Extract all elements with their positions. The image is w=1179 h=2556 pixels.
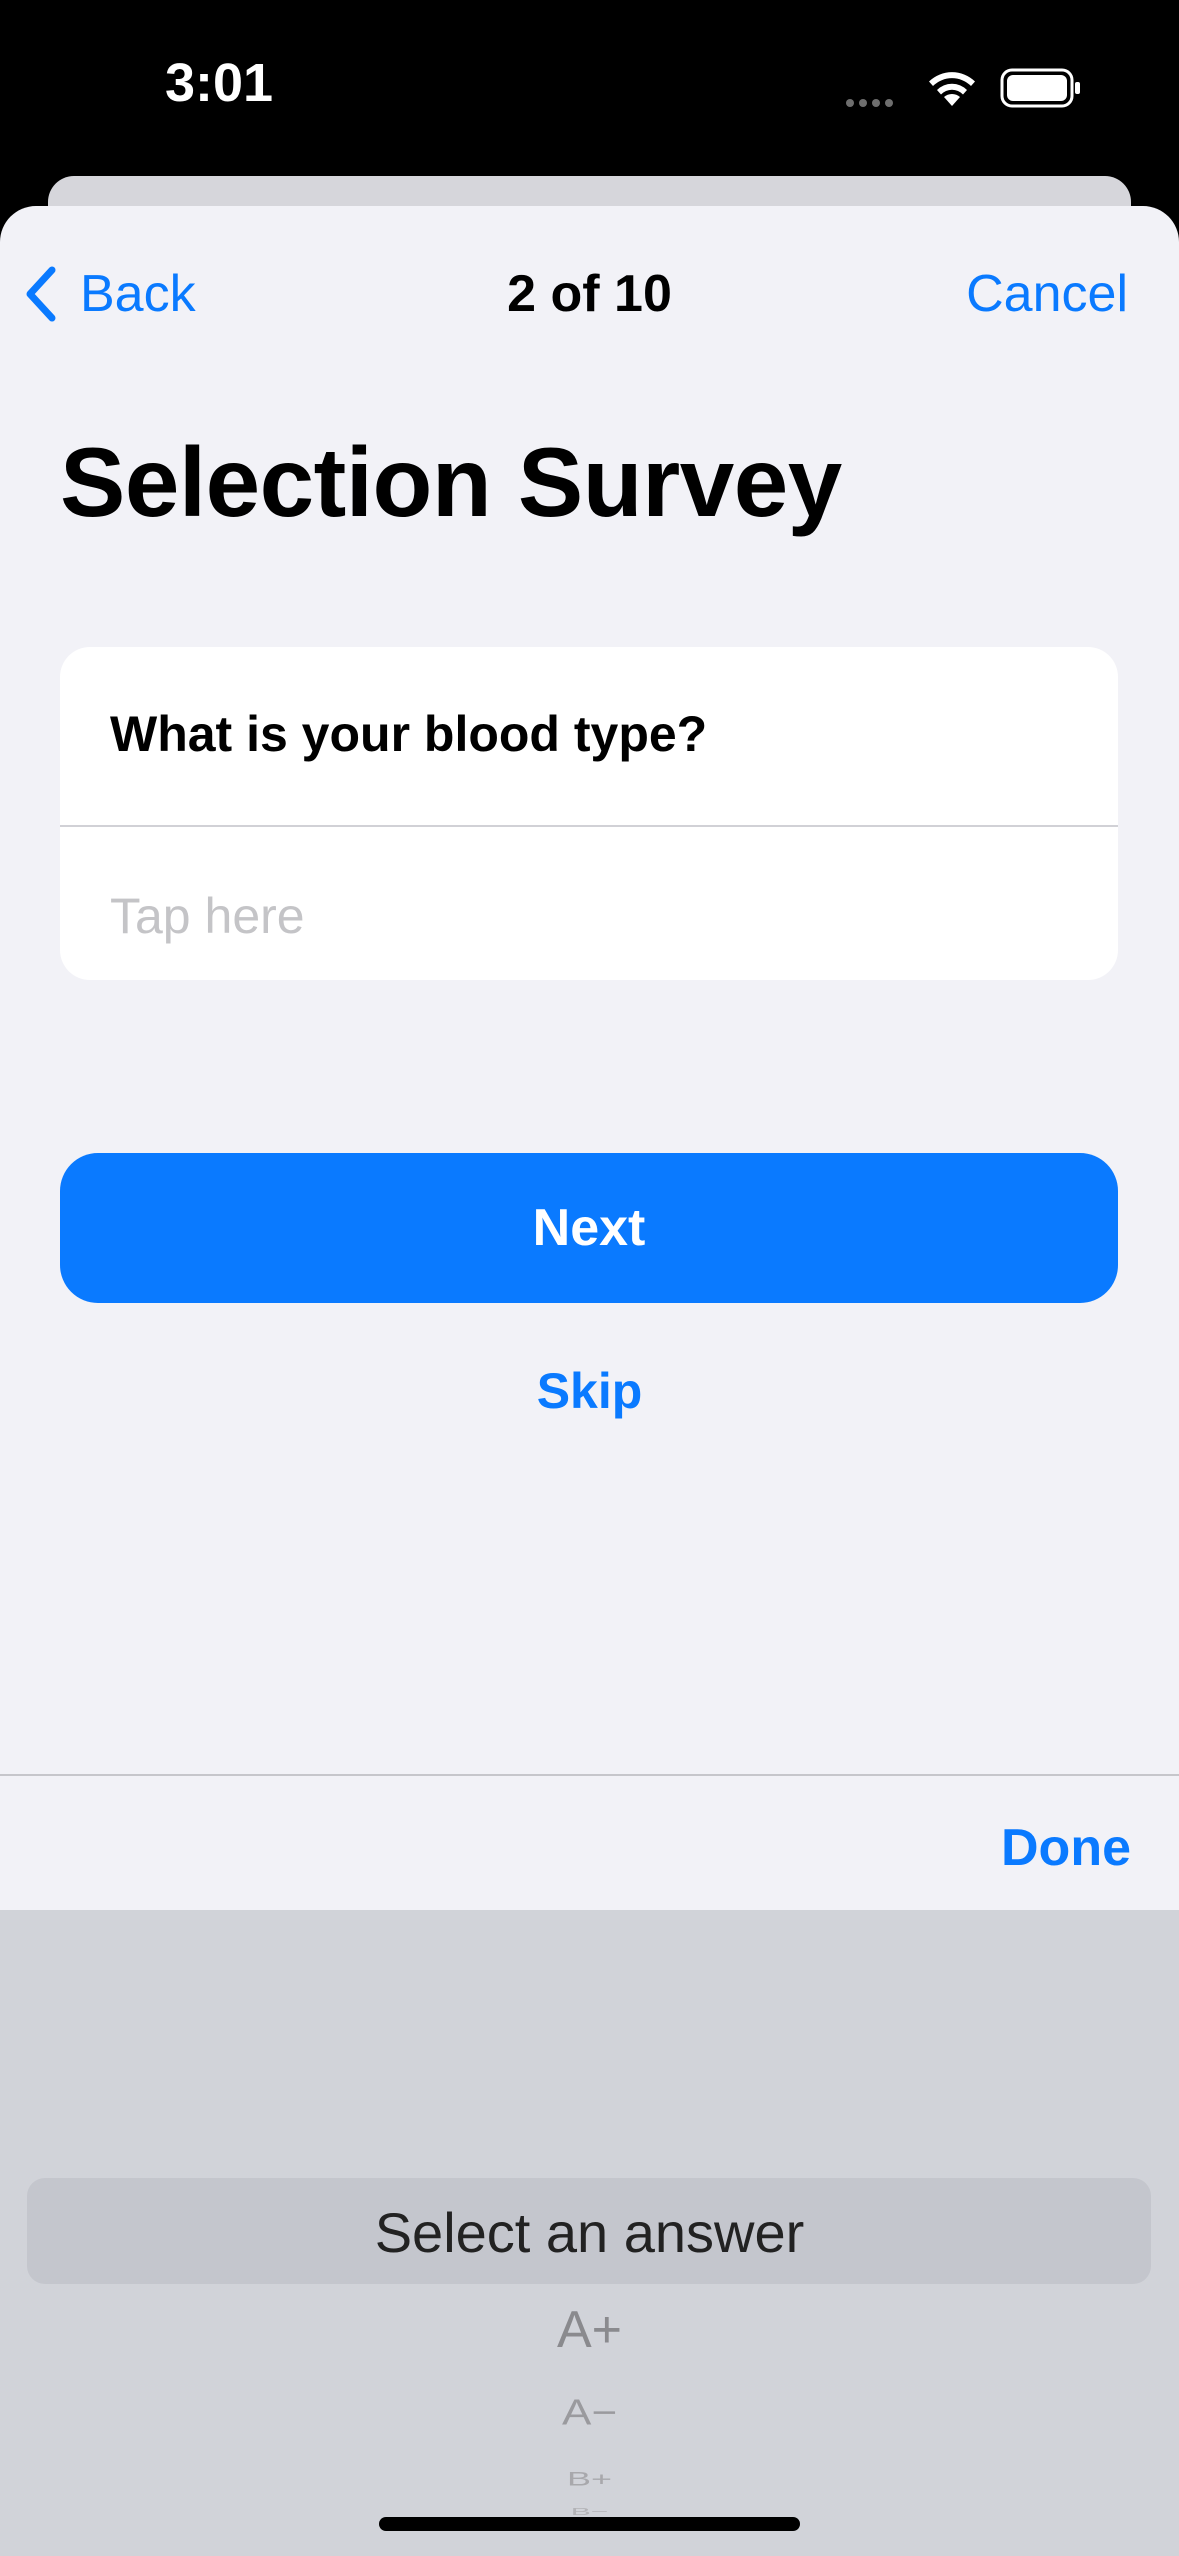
picker-option[interactable]: A− [0,2393,1179,2434]
status-bar: 3:01 [0,0,1179,170]
picker-option[interactable]: A+ [0,2300,1179,2360]
battery-icon [1000,68,1080,108]
picker-option[interactable]: B+ [0,2467,1179,2490]
status-time: 3:01 [165,53,274,113]
answer-picker[interactable]: Select an answer A+ A− B+ B− [0,1910,1179,2556]
home-indicator[interactable] [379,2517,800,2531]
picker-selected-option[interactable]: Select an answer [0,2200,1179,2265]
question-card: What is your blood type? Tap here [60,647,1118,980]
next-button[interactable]: Next [60,1153,1118,1303]
wifi-icon [929,72,975,106]
skip-button[interactable]: Skip [0,1362,1179,1420]
cellular-dots-icon [846,94,906,107]
page-title: Selection Survey [60,427,842,537]
done-button[interactable]: Done [1001,1818,1131,1878]
keyboard-toolbar: Done [0,1774,1179,1910]
divider [60,825,1118,827]
cancel-button[interactable]: Cancel [966,259,1128,329]
question-text: What is your blood type? [110,706,708,762]
answer-field[interactable]: Tap here [110,887,305,945]
